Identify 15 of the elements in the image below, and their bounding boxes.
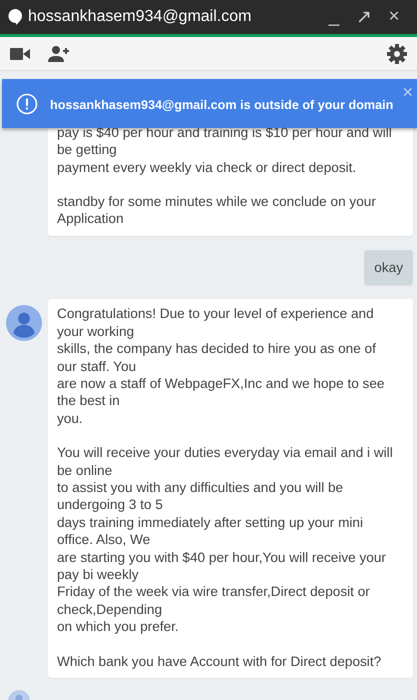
minimize-button[interactable]: _ [319,6,349,28]
window-title: hossankhasem934@gmail.com [28,8,252,26]
info-icon [16,92,38,114]
close-button[interactable]: × [379,6,409,28]
settings-icon[interactable] [387,44,407,64]
banner-text: hossankhasem934@gmail.com is outside of your domain [50,98,394,112]
pop-out-button[interactable]: ↗ [349,5,379,29]
video-camera-icon[interactable] [10,48,30,60]
message-text: Which bank you have Account with for Direct deposit? [57,652,382,670]
message-text: standby for some minutes while we conclude on your Application [57,193,377,228]
message-text: Congratulations! Due to your level of experience and your working skills, the company has decided to hire you as one of our staff. You are now a staff of WebpageFX,Inc and we hope to see the best in you. [57,305,386,428]
chat-bubble-icon [8,9,22,25]
message-text: You will receive your duties everyday via email and i will be online to assist you with any difficulties and you will be undergoing 3 to 5 days training immediately after setting up your mini office. Also, We are starting you with $40 per hour,You will receive your pay bi weekly Friday of the week via wire transfer,Direct deposit or check,Depending on which you prefer. [57,444,394,636]
message-text: okay [374,258,403,276]
add-person-icon[interactable] [48,46,70,62]
